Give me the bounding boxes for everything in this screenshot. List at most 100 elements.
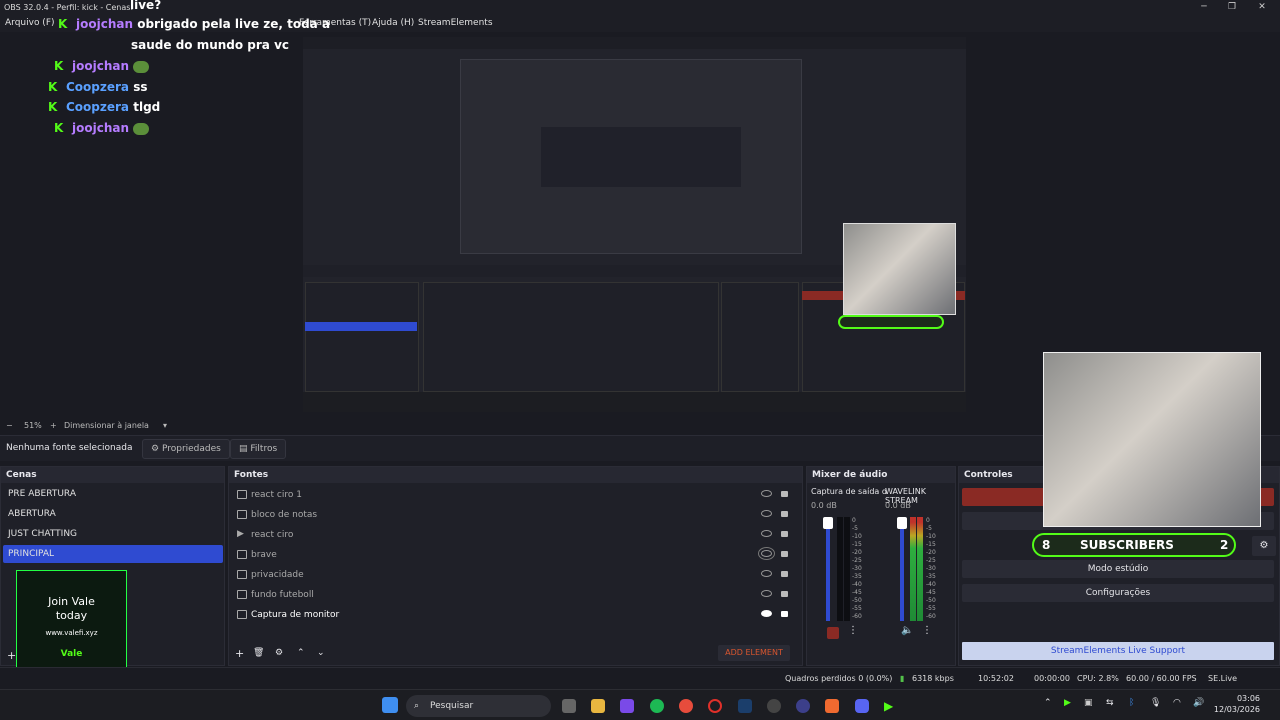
volume-icon[interactable]: 🔈 <box>901 625 913 636</box>
more-options-icon[interactable]: ⋮ <box>848 625 858 636</box>
streamelements-support-button[interactable]: StreamElements Live Support <box>962 642 1274 660</box>
close-button[interactable]: ✕ <box>1246 0 1278 15</box>
scene-item-active[interactable]: PRINCIPAL <box>3 545 223 563</box>
add-element-button[interactable]: ADD ELEMENT <box>718 645 790 661</box>
eye-hidden-icon[interactable] <box>761 590 772 597</box>
mixer-channel-1-handle[interactable] <box>823 517 833 529</box>
scene-item[interactable]: JUST CHATTING <box>3 525 223 543</box>
tray-wifi-icon[interactable]: ◠ <box>1173 698 1181 708</box>
lock-icon[interactable] <box>781 511 788 517</box>
subscribers-widget: 8 SUBSCRIBERS 2 <box>1032 533 1236 557</box>
app-icon[interactable] <box>620 699 634 713</box>
mixer-channel-2-slider[interactable] <box>900 517 904 621</box>
source-item[interactable]: react ciro 1 <box>233 486 798 504</box>
lock-icon[interactable] <box>781 571 788 577</box>
taskbar-clock-date[interactable]: 12/03/2026 <box>1208 705 1260 714</box>
steam-icon[interactable] <box>738 699 752 713</box>
move-up-icon[interactable]: ⌃ <box>297 648 305 658</box>
chat-message: Kjoojchan obrigado pela live ze, toda a <box>58 17 331 31</box>
eye-hidden-icon[interactable] <box>761 570 772 577</box>
filters-button[interactable]: ▤ Filtros <box>230 439 287 459</box>
menu-streamelements[interactable]: StreamElements <box>418 15 493 32</box>
lock-icon[interactable] <box>781 491 788 497</box>
eye-hidden-icon[interactable] <box>761 530 772 537</box>
mixer-channel-1-name: Captura de saída d <box>811 487 887 496</box>
windows-start-icon[interactable] <box>382 697 398 713</box>
kick-icon[interactable]: ▶ <box>884 699 898 713</box>
source-item[interactable]: Captura de monitor <box>233 606 798 624</box>
scene-item[interactable]: ABERTURA <box>3 505 223 523</box>
status-bar: Quadros perdidos 0 (0.0%) ▮ 6318 kbps 10… <box>0 667 1280 705</box>
taskbar-search[interactable]: ⌕ Pesquisar <box>406 695 551 717</box>
file-explorer-icon[interactable] <box>591 699 605 713</box>
move-down-icon[interactable]: ⌄ <box>317 648 325 658</box>
signal-icon: ▮ <box>900 674 905 683</box>
add-scene-button[interactable]: + <box>7 649 16 662</box>
eye-hidden-icon[interactable] <box>758 547 775 560</box>
tray-bluetooth-icon[interactable]: ᛒ <box>1129 698 1134 708</box>
lock-icon[interactable] <box>781 551 788 557</box>
zoom-out-button[interactable]: − <box>6 418 13 433</box>
taskbar-clock-time[interactable]: 03:06 <box>1232 694 1260 703</box>
tray-mic-icon[interactable]: 🎙 <box>1150 698 1161 708</box>
menu-ajuda[interactable]: Ajuda (H) <box>372 15 414 32</box>
scene-item[interactable]: PRE ABERTURA <box>3 485 223 503</box>
brave-icon[interactable] <box>825 699 839 713</box>
mixer-channel-2-meter <box>917 517 923 621</box>
tray-app-icon[interactable]: ▣ <box>1084 698 1093 708</box>
settings-button[interactable]: Configurações <box>962 584 1274 602</box>
filter-icon: ▤ <box>239 444 248 454</box>
tray-volume-icon[interactable]: 🔊 <box>1193 698 1204 708</box>
source-item[interactable]: bloco de notas <box>233 506 798 524</box>
zoom-in-button[interactable]: + <box>50 418 57 433</box>
more-options-icon[interactable]: ⋮ <box>922 625 932 636</box>
lock-icon[interactable] <box>781 611 788 617</box>
menu-arquivo[interactable]: Arquivo (F) <box>5 15 55 32</box>
tray-network-icon[interactable]: ⇆ <box>1106 698 1114 708</box>
properties-button[interactable]: ⚙ Propriedades <box>142 439 230 459</box>
gear-icon[interactable]: ⚙ <box>275 648 283 658</box>
maximize-button[interactable]: ❐ <box>1216 0 1248 15</box>
chat-message: Kjoojchan <box>54 119 150 137</box>
join-vale-overlay: Join Vale today www.valefi.xyz Vale <box>16 570 127 680</box>
eye-icon[interactable] <box>761 610 772 617</box>
discord-icon[interactable] <box>855 699 869 713</box>
mixer-channel-2-db: 0.0 dB <box>885 501 911 510</box>
nested-title-bar <box>303 37 966 49</box>
obs-icon[interactable] <box>767 699 781 713</box>
window-icon <box>237 490 247 499</box>
monitor-icon <box>237 610 247 619</box>
opera-icon[interactable] <box>708 699 722 713</box>
nested-subs-pill <box>838 315 944 329</box>
lock-icon[interactable] <box>781 531 788 537</box>
zoom-mode[interactable]: Dimensionar à janela <box>64 418 149 433</box>
mixer-dock: Mixer de áudio Captura de saída d WAVELI… <box>806 466 956 666</box>
chrome-icon[interactable] <box>679 699 693 713</box>
obs-window: OBS 32.0.4 - Perfil: kick - Cenas: ─ ❐ ✕… <box>0 0 1280 720</box>
task-view-icon[interactable] <box>562 699 576 713</box>
source-item[interactable]: privacidade <box>233 566 798 584</box>
mixer-title: Mixer de áudio <box>807 467 955 483</box>
app-icon[interactable] <box>796 699 810 713</box>
source-item[interactable]: fundo futeboll <box>233 586 798 604</box>
gear-icon[interactable]: ⚙ <box>1252 536 1276 556</box>
lock-icon[interactable] <box>781 591 788 597</box>
source-item[interactable]: brave <box>233 546 798 564</box>
chat-message: saude do mundo pra vc <box>131 38 290 52</box>
nested-sources <box>423 282 719 392</box>
chevron-down-icon[interactable]: ▾ <box>163 418 167 433</box>
mixer-channel-1-slider[interactable] <box>826 517 830 621</box>
tray-chevron-icon[interactable]: ⌃ <box>1044 698 1052 708</box>
studio-mode-button[interactable]: Modo estúdio <box>962 560 1274 578</box>
preview-canvas[interactable] <box>303 37 966 412</box>
eye-hidden-icon[interactable] <box>761 510 772 517</box>
window-title: OBS 32.0.4 - Perfil: kick - Cenas: <box>4 3 134 12</box>
tray-kick-icon[interactable]: ▶ <box>1064 698 1071 708</box>
eye-hidden-icon[interactable] <box>761 490 772 497</box>
add-source-button[interactable]: + <box>235 647 244 660</box>
mute-icon[interactable] <box>827 627 839 639</box>
source-item[interactable]: ▶ react ciro <box>233 526 798 544</box>
mixer-channel-2-handle[interactable] <box>897 517 907 529</box>
trash-icon[interactable]: 🗑 <box>253 648 264 658</box>
spotify-icon[interactable] <box>650 699 664 713</box>
